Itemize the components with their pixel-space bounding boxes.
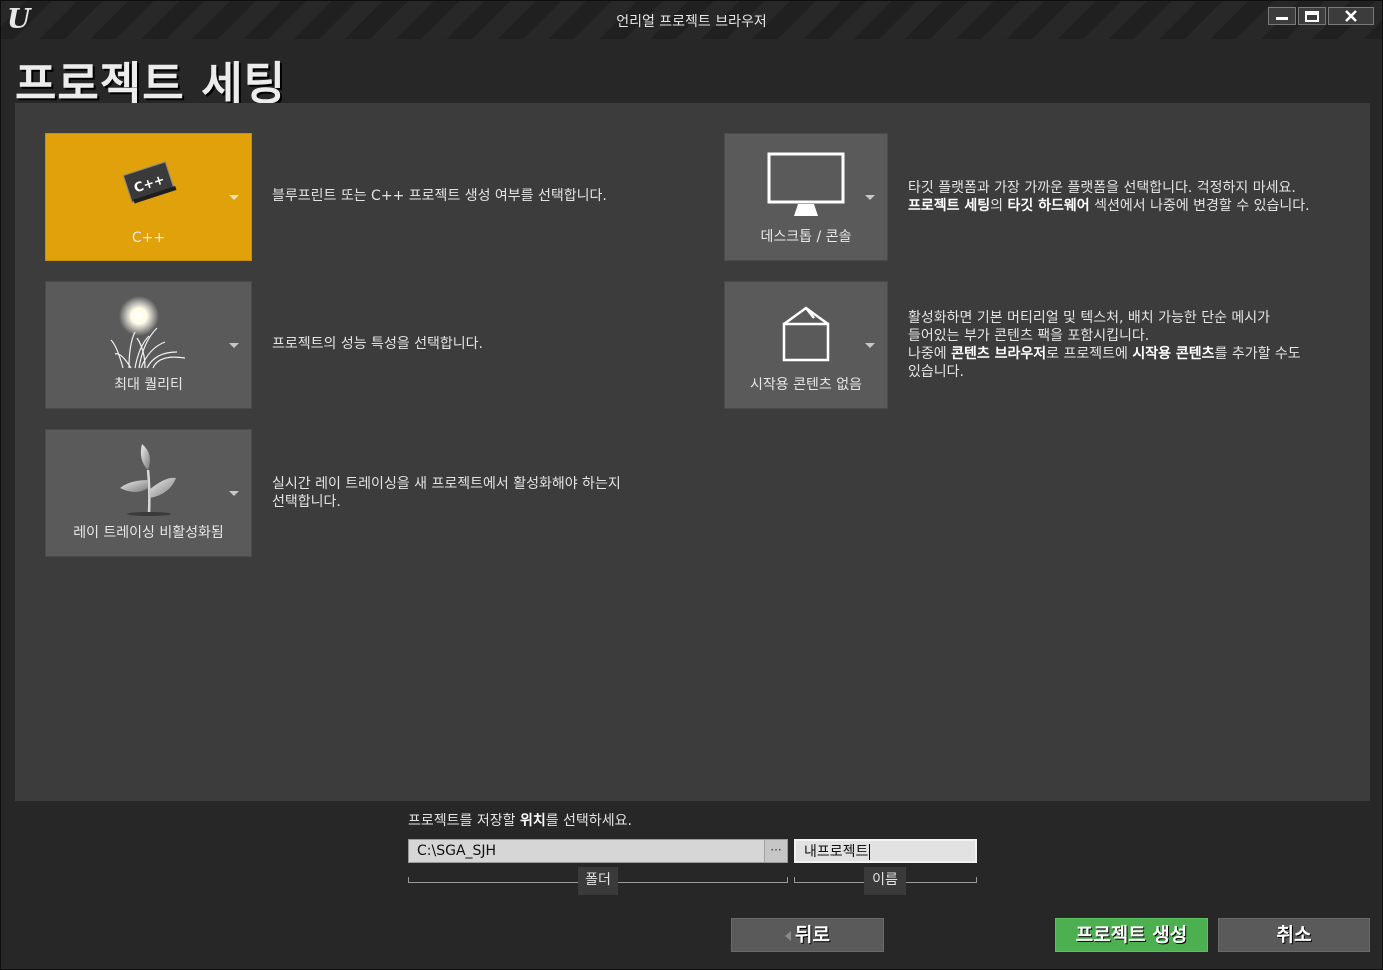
- minimize-icon: [1276, 17, 1288, 20]
- starter-content-tile[interactable]: 시작용 콘텐츠 없음: [724, 281, 888, 409]
- window-title: 언리얼 프로젝트 브라우저: [616, 14, 767, 30]
- description-line: 타깃 플랫폼과 가장 가까운 플랫폼을 선택합니다. 걱정하지 마세요.: [908, 180, 1296, 196]
- maximize-icon: [1305, 10, 1319, 22]
- platform-tile[interactable]: 데스크톱 / 콘솔: [724, 133, 888, 261]
- desktop-monitor-icon: [767, 152, 845, 216]
- chevron-left-icon: [785, 930, 792, 941]
- tile-label: C++: [131, 230, 166, 246]
- empty-box-icon: [782, 306, 830, 362]
- close-button[interactable]: [1328, 7, 1374, 25]
- platform-description: 타깃 플랫폼과 가장 가까운 플랫폼을 선택합니다. 걱정하지 마세요. 프로젝…: [908, 179, 1310, 215]
- text: 를 추가할 수도: [1214, 346, 1301, 362]
- description-line: 있습니다.: [908, 364, 964, 380]
- tile-label: 최대 퀄리티: [114, 377, 183, 393]
- chevron-down-icon: [865, 195, 875, 200]
- tile-label: 시작용 콘텐츠 없음: [750, 377, 862, 393]
- bold-text: 시작용 콘텐츠: [1132, 346, 1215, 362]
- bold-text: 콘텐츠 브라우저: [951, 346, 1047, 362]
- project-type-tile[interactable]: C++ C++: [45, 133, 252, 261]
- name-caption: 이름: [864, 867, 906, 895]
- project-name-value: 내프로젝트: [804, 844, 869, 860]
- location-hint: 프로젝트를 저장할 위치를 선택하세요.: [408, 810, 632, 830]
- cancel-button[interactable]: 취소: [1218, 918, 1370, 952]
- project-name-input[interactable]: 내프로젝트: [794, 839, 977, 863]
- back-button-label: 뒤로: [795, 924, 830, 946]
- create-project-button[interactable]: 프로젝트 생성: [1055, 918, 1208, 952]
- window-controls: [1268, 7, 1374, 25]
- browse-folder-button[interactable]: ···: [764, 840, 787, 862]
- folder-path-input[interactable]: C:\SGA_SJH ···: [408, 839, 788, 863]
- description-line: 나중에 콘텐츠 브라우저로 프로젝트에 시작용 콘텐츠를 추가할 수도: [908, 345, 1301, 363]
- chevron-down-icon: [229, 195, 239, 200]
- maximize-button[interactable]: [1298, 7, 1326, 25]
- text: 의: [990, 198, 1008, 214]
- text: 로 프로젝트에: [1046, 346, 1133, 362]
- minimize-button[interactable]: [1268, 7, 1296, 25]
- close-icon: [1345, 10, 1357, 22]
- chevron-down-icon: [229, 343, 239, 348]
- chevron-down-icon: [865, 343, 875, 348]
- starter-content-description: 활성화하면 기본 머티리얼 및 텍스처, 배치 가능한 단순 메시가 들어있는 …: [908, 309, 1301, 381]
- bold-text: 타깃 하드웨어: [1007, 198, 1090, 214]
- description-line: 프로젝트 세팅의 타깃 하드웨어 섹션에서 나중에 변경할 수 있습니다.: [908, 197, 1310, 215]
- project-type-description: 블루프린트 또는 C++ 프로젝트 생성 여부를 선택합니다.: [272, 188, 607, 204]
- title-bar[interactable]: U 언리얼 프로젝트 브라우저: [1, 1, 1382, 39]
- max-quality-icon: [110, 296, 185, 369]
- text: 섹션에서 나중에 변경할 수 있습니다.: [1089, 198, 1310, 214]
- quality-tile[interactable]: 최대 퀄리티: [45, 281, 252, 409]
- bold-text: 위치: [519, 813, 546, 829]
- description-line: 실시간 레이 트레이싱을 새 프로젝트에서 활성화해야 하는지: [272, 476, 621, 492]
- text: 나중에: [908, 346, 952, 362]
- text: 프로젝트를 저장할: [408, 813, 520, 829]
- tile-label: 데스크톱 / 콘솔: [760, 229, 852, 245]
- folder-caption: 폴더: [578, 867, 618, 895]
- chevron-down-icon: [229, 491, 239, 496]
- description-line: 활성화하면 기본 머티리얼 및 텍스처, 배치 가능한 단순 메시가: [908, 310, 1271, 326]
- raytracing-tile[interactable]: 레이 트레이싱 비활성화됨: [45, 429, 252, 557]
- text: 를 선택하세요.: [545, 813, 632, 829]
- text-caret: [869, 844, 871, 860]
- description-line: 선택합니다.: [272, 494, 341, 510]
- folder-path-value: C:\SGA_SJH: [417, 843, 497, 859]
- bold-text: 프로젝트 세팅: [908, 198, 991, 214]
- quality-description: 프로젝트의 성능 특성을 선택합니다.: [272, 336, 483, 352]
- back-button[interactable]: 뒤로: [731, 918, 884, 952]
- cpp-icon: C++: [122, 161, 176, 204]
- raytracing-description: 실시간 레이 트레이싱을 새 프로젝트에서 활성화해야 하는지 선택합니다.: [272, 475, 621, 511]
- description-line: 들어있는 부가 콘텐츠 팩을 포함시킵니다.: [908, 328, 1150, 344]
- project-browser-window: U 언리얼 프로젝트 브라우저 프로젝트 세팅 C++ C++ 블루프린트 또는…: [0, 0, 1383, 970]
- raytracing-off-icon: [119, 444, 176, 516]
- tile-label: 레이 트레이싱 비활성화됨: [73, 525, 224, 541]
